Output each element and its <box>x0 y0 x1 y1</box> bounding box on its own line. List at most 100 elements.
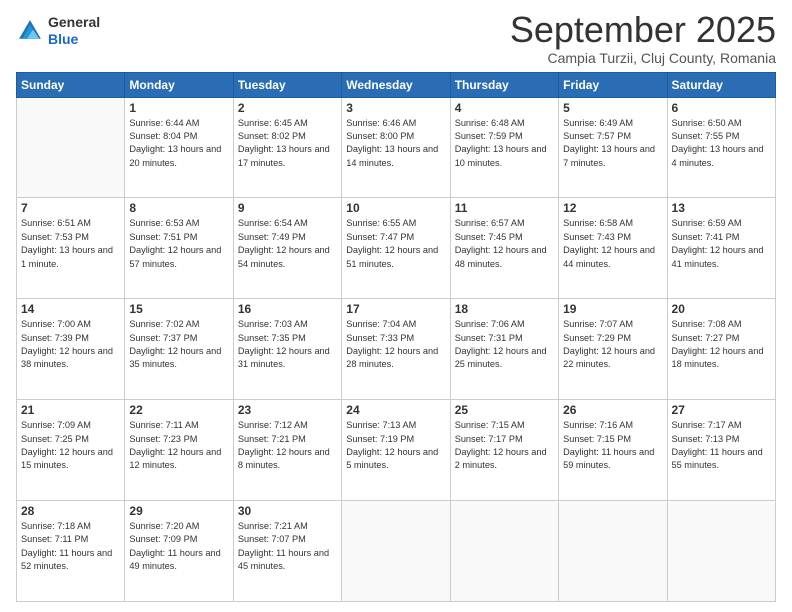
day-info: Sunrise: 6:44 AMSunset: 8:04 PMDaylight:… <box>129 117 228 170</box>
week-row-5: 28 Sunrise: 7:18 AMSunset: 7:11 PMDayligh… <box>17 501 776 602</box>
calendar-cell <box>17 97 125 198</box>
day-number: 18 <box>455 302 554 316</box>
day-info: Sunrise: 6:55 AMSunset: 7:47 PMDaylight:… <box>346 217 445 270</box>
calendar-cell <box>342 501 450 602</box>
calendar-cell: 21 Sunrise: 7:09 AMSunset: 7:25 PMDayligh… <box>17 400 125 501</box>
day-header-thursday: Thursday <box>450 72 558 97</box>
day-number: 20 <box>672 302 771 316</box>
calendar-cell: 3Sunrise: 6:46 AMSunset: 8:00 PMDaylight… <box>342 97 450 198</box>
week-row-4: 21 Sunrise: 7:09 AMSunset: 7:25 PMDayligh… <box>17 400 776 501</box>
calendar-cell: 24 Sunrise: 7:13 AMSunset: 7:19 PMDayligh… <box>342 400 450 501</box>
calendar-cell <box>559 501 667 602</box>
day-header-saturday: Saturday <box>667 72 775 97</box>
days-header-row: SundayMondayTuesdayWednesdayThursdayFrid… <box>17 72 776 97</box>
day-number: 1 <box>129 101 228 115</box>
day-header-sunday: Sunday <box>17 72 125 97</box>
logo-general: General <box>48 14 100 30</box>
day-info: Sunrise: 7:09 AMSunset: 7:25 PMDaylight:… <box>21 419 120 472</box>
logo-blue: Blue <box>48 31 78 47</box>
day-info: Sunrise: 6:58 AMSunset: 7:43 PMDaylight:… <box>563 217 662 270</box>
day-info: Sunrise: 6:48 AMSunset: 7:59 PMDaylight:… <box>455 117 554 170</box>
calendar-cell: 14 Sunrise: 7:00 AMSunset: 7:39 PMDayligh… <box>17 299 125 400</box>
day-number: 2 <box>238 101 337 115</box>
day-info: Sunrise: 7:11 AMSunset: 7:23 PMDaylight:… <box>129 419 228 472</box>
day-info: Sunrise: 7:13 AMSunset: 7:19 PMDaylight:… <box>346 419 445 472</box>
day-number: 27 <box>672 403 771 417</box>
day-info: Sunrise: 7:21 AMSunset: 7:07 PMDaylight:… <box>238 520 337 573</box>
page: General Blue September 2025 Campia Turzi… <box>0 0 792 612</box>
calendar-cell <box>450 501 558 602</box>
day-number: 9 <box>238 201 337 215</box>
logo-icon <box>16 17 44 45</box>
calendar-cell: 8 Sunrise: 6:53 AMSunset: 7:51 PMDaylight… <box>125 198 233 299</box>
calendar-cell: 25 Sunrise: 7:15 AMSunset: 7:17 PMDayligh… <box>450 400 558 501</box>
day-info: Sunrise: 7:20 AMSunset: 7:09 PMDaylight:… <box>129 520 228 573</box>
calendar-cell: 10 Sunrise: 6:55 AMSunset: 7:47 PMDayligh… <box>342 198 450 299</box>
location: Campia Turzii, Cluj County, Romania <box>510 50 776 66</box>
day-number: 12 <box>563 201 662 215</box>
calendar-cell: 2 Sunrise: 6:45 AMSunset: 8:02 PMDaylight… <box>233 97 341 198</box>
day-info: Sunrise: 7:08 AMSunset: 7:27 PMDaylight:… <box>672 318 771 371</box>
calendar-cell: 1 Sunrise: 6:44 AMSunset: 8:04 PMDaylight… <box>125 97 233 198</box>
week-row-2: 7 Sunrise: 6:51 AMSunset: 7:53 PMDaylight… <box>17 198 776 299</box>
day-number: 14 <box>21 302 120 316</box>
day-number: 19 <box>563 302 662 316</box>
calendar-cell: 20 Sunrise: 7:08 AMSunset: 7:27 PMDayligh… <box>667 299 775 400</box>
calendar-cell: 11 Sunrise: 6:57 AMSunset: 7:45 PMDayligh… <box>450 198 558 299</box>
day-info: Sunrise: 7:16 AMSunset: 7:15 PMDaylight:… <box>563 419 662 472</box>
day-header-tuesday: Tuesday <box>233 72 341 97</box>
day-number: 24 <box>346 403 445 417</box>
calendar-cell: 19 Sunrise: 7:07 AMSunset: 7:29 PMDayligh… <box>559 299 667 400</box>
day-number: 4 <box>455 101 554 115</box>
calendar-cell: 26 Sunrise: 7:16 AMSunset: 7:15 PMDayligh… <box>559 400 667 501</box>
day-number: 21 <box>21 403 120 417</box>
day-info: Sunrise: 7:06 AMSunset: 7:31 PMDaylight:… <box>455 318 554 371</box>
day-number: 17 <box>346 302 445 316</box>
day-info: Sunrise: 7:02 AMSunset: 7:37 PMDaylight:… <box>129 318 228 371</box>
day-info: Sunrise: 6:53 AMSunset: 7:51 PMDaylight:… <box>129 217 228 270</box>
day-header-monday: Monday <box>125 72 233 97</box>
day-number: 11 <box>455 201 554 215</box>
calendar-cell: 7 Sunrise: 6:51 AMSunset: 7:53 PMDaylight… <box>17 198 125 299</box>
logo: General Blue <box>16 14 100 48</box>
day-info: Sunrise: 6:45 AMSunset: 8:02 PMDaylight:… <box>238 117 337 170</box>
day-number: 30 <box>238 504 337 518</box>
day-header-wednesday: Wednesday <box>342 72 450 97</box>
week-row-3: 14 Sunrise: 7:00 AMSunset: 7:39 PMDayligh… <box>17 299 776 400</box>
day-number: 23 <box>238 403 337 417</box>
day-info: Sunrise: 7:17 AMSunset: 7:13 PMDaylight:… <box>672 419 771 472</box>
day-number: 25 <box>455 403 554 417</box>
calendar-cell: 15 Sunrise: 7:02 AMSunset: 7:37 PMDayligh… <box>125 299 233 400</box>
logo-text: General Blue <box>48 14 100 48</box>
day-info: Sunrise: 7:12 AMSunset: 7:21 PMDaylight:… <box>238 419 337 472</box>
day-info: Sunrise: 7:04 AMSunset: 7:33 PMDaylight:… <box>346 318 445 371</box>
day-info: Sunrise: 7:18 AMSunset: 7:11 PMDaylight:… <box>21 520 120 573</box>
calendar-cell: 13Sunrise: 6:59 AMSunset: 7:41 PMDayligh… <box>667 198 775 299</box>
calendar-cell <box>667 501 775 602</box>
day-info: Sunrise: 7:15 AMSunset: 7:17 PMDaylight:… <box>455 419 554 472</box>
day-number: 3 <box>346 101 445 115</box>
day-number: 6 <box>672 101 771 115</box>
header: General Blue September 2025 Campia Turzi… <box>16 10 776 66</box>
day-info: Sunrise: 7:07 AMSunset: 7:29 PMDaylight:… <box>563 318 662 371</box>
day-info: Sunrise: 6:57 AMSunset: 7:45 PMDaylight:… <box>455 217 554 270</box>
day-info: Sunrise: 6:51 AMSunset: 7:53 PMDaylight:… <box>21 217 120 270</box>
calendar-cell: 6 Sunrise: 6:50 AMSunset: 7:55 PMDaylight… <box>667 97 775 198</box>
day-number: 5 <box>563 101 662 115</box>
day-number: 7 <box>21 201 120 215</box>
calendar-cell: 28 Sunrise: 7:18 AMSunset: 7:11 PMDayligh… <box>17 501 125 602</box>
day-number: 29 <box>129 504 228 518</box>
day-info: Sunrise: 6:50 AMSunset: 7:55 PMDaylight:… <box>672 117 771 170</box>
day-number: 26 <box>563 403 662 417</box>
calendar-cell: 4 Sunrise: 6:48 AMSunset: 7:59 PMDaylight… <box>450 97 558 198</box>
day-info: Sunrise: 7:00 AMSunset: 7:39 PMDaylight:… <box>21 318 120 371</box>
day-number: 16 <box>238 302 337 316</box>
day-number: 10 <box>346 201 445 215</box>
calendar-table: SundayMondayTuesdayWednesdayThursdayFrid… <box>16 72 776 602</box>
calendar-cell: 23 Sunrise: 7:12 AMSunset: 7:21 PMDayligh… <box>233 400 341 501</box>
day-number: 15 <box>129 302 228 316</box>
day-number: 8 <box>129 201 228 215</box>
day-number: 28 <box>21 504 120 518</box>
week-row-1: 1 Sunrise: 6:44 AMSunset: 8:04 PMDaylight… <box>17 97 776 198</box>
day-info: Sunrise: 6:49 AMSunset: 7:57 PMDaylight:… <box>563 117 662 170</box>
